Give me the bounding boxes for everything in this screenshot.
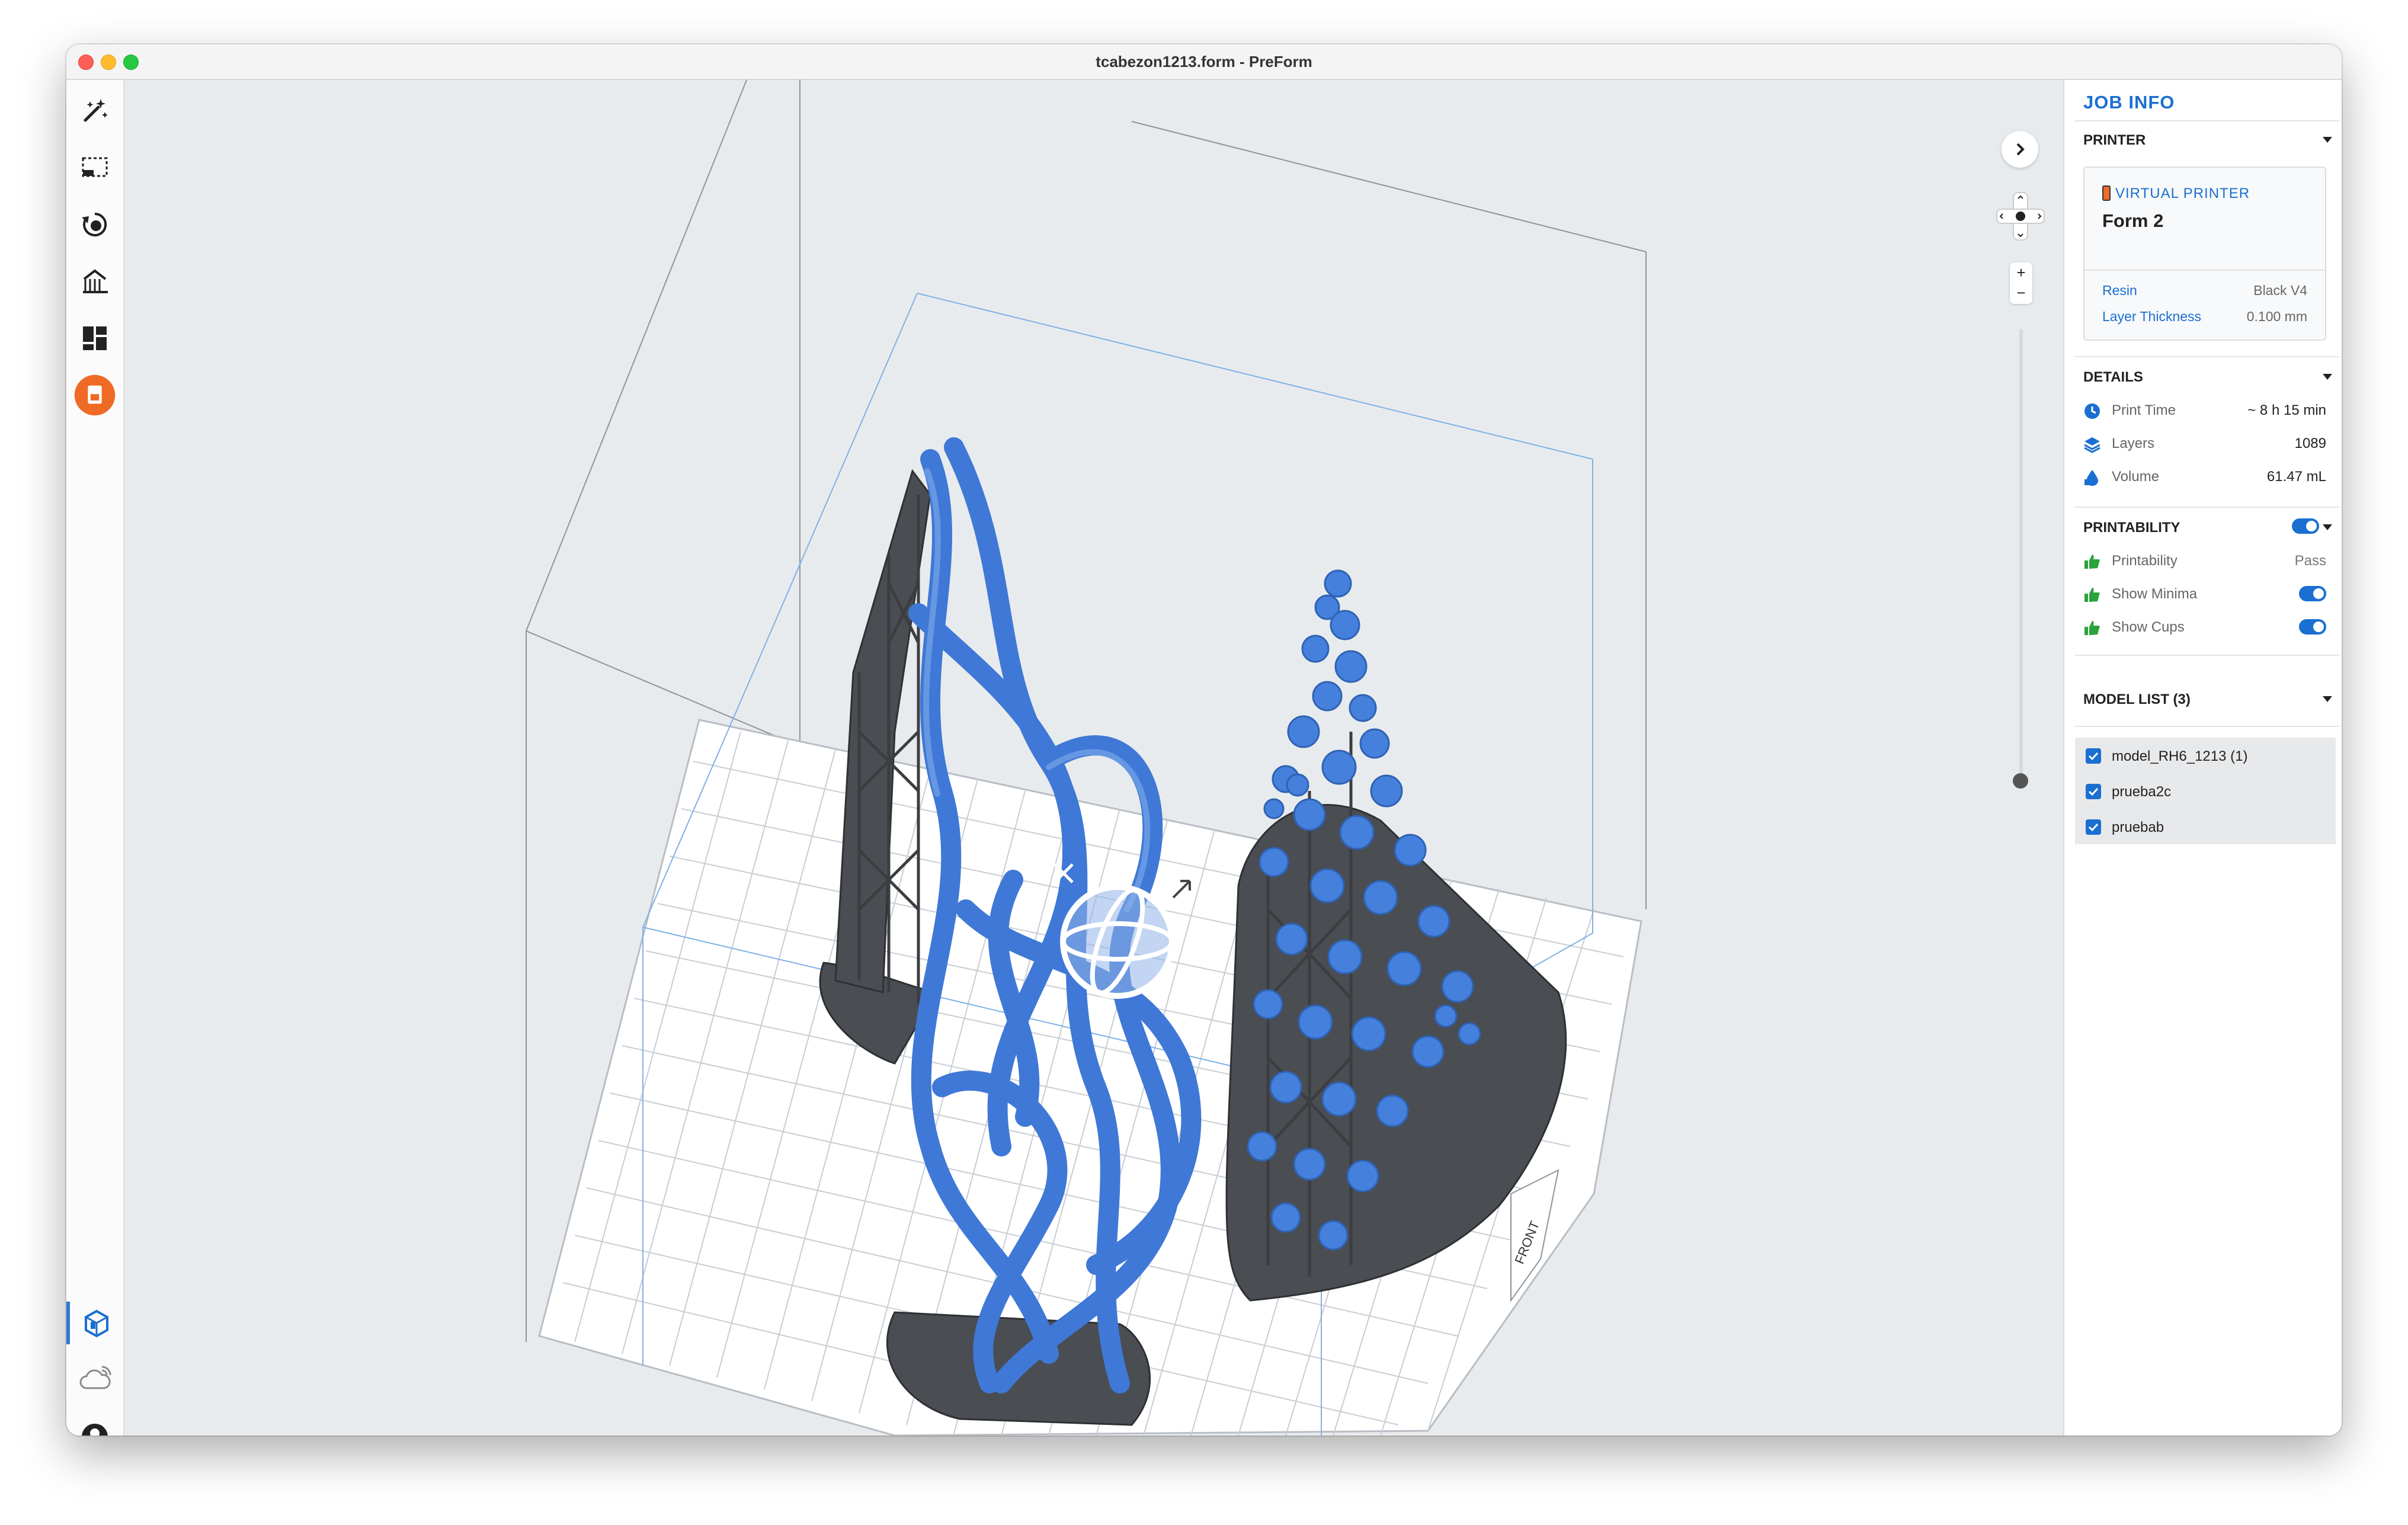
caret-down-icon	[2323, 374, 2332, 380]
zoom-in-button[interactable]: +	[2010, 262, 2032, 283]
model-checkbox[interactable]	[2086, 784, 2101, 799]
printability-section-header[interactable]: PRINTABILITY	[2083, 518, 2332, 536]
details-section-header[interactable]: DETAILS	[2083, 369, 2332, 386]
title-bar: tcabezon1213.form - PreForm	[66, 44, 2342, 80]
model-list-section-header[interactable]: MODEL LIST (3)	[2083, 691, 2332, 708]
divider	[2075, 356, 2339, 357]
model-checkbox[interactable]	[2086, 748, 2101, 764]
show-cups-label: Show Cups	[2112, 619, 2185, 635]
supports-button[interactable]	[73, 260, 116, 303]
printer-name: Form 2	[2102, 210, 2164, 231]
show-cups-row: Show Cups	[2083, 617, 2326, 640]
printability-value: Pass	[2294, 553, 2326, 569]
show-minima-toggle[interactable]	[2299, 586, 2326, 601]
list-item[interactable]: model_RH6_1213 (1)	[2075, 738, 2336, 773]
show-minima-row: Show Minima	[2083, 584, 2326, 607]
resin-value: Black V4	[2253, 283, 2307, 298]
supports-icon	[83, 269, 108, 293]
print-icon	[74, 374, 116, 416]
printability-label: Printability	[2112, 553, 2178, 569]
thumbs-up-icon	[2084, 621, 2100, 635]
layers-icon	[2084, 437, 2100, 453]
divider	[2075, 726, 2339, 727]
print-button[interactable]	[73, 374, 116, 417]
app-window: tcabezon1213.form - PreForm FRONT + − JO…	[66, 44, 2342, 1436]
zoom-controls: + −	[2010, 262, 2032, 304]
volume-icon	[2084, 470, 2098, 486]
account-button[interactable]	[73, 1415, 116, 1436]
print-time-value: ~ 8 h 15 min	[2247, 402, 2326, 418]
printability-row: Printability Pass	[2083, 550, 2326, 574]
model-name: prueba2c	[2112, 784, 2172, 800]
layer-thickness-value: 0.100 mm	[2246, 309, 2307, 324]
caret-down-icon	[2323, 524, 2332, 530]
cloud-button[interactable]	[73, 1359, 116, 1401]
account-icon	[82, 1424, 108, 1436]
virtual-printer-label: VIRTUAL PRINTER	[2102, 185, 2250, 202]
panel-title: JOB INFO	[2083, 92, 2175, 113]
select-button[interactable]	[73, 146, 116, 189]
list-item[interactable]: prueba2c	[2075, 773, 2336, 809]
magic-wand-icon	[84, 99, 108, 122]
divider	[2075, 655, 2339, 656]
printability-header-label: PRINTABILITY	[2083, 520, 2180, 536]
magic-wand-button[interactable]	[73, 89, 116, 132]
zoom-out-button[interactable]: −	[2010, 283, 2032, 303]
clock-icon	[2084, 403, 2100, 419]
orientation-button[interactable]	[73, 203, 116, 246]
volume-row: Volume 61.47 mL	[2083, 466, 2326, 490]
local-printer-icon	[85, 1309, 108, 1338]
print-time-label: Print Time	[2112, 402, 2176, 418]
layout-button[interactable]	[73, 317, 116, 360]
cloud-icon	[79, 1366, 111, 1389]
layer-thickness-label: Layer Thickness	[2102, 309, 2202, 324]
divider	[2075, 507, 2339, 508]
select-icon	[82, 157, 108, 177]
view-cube[interactable]	[1994, 190, 2047, 242]
view-cube-icon	[1996, 192, 2045, 241]
orientation-icon	[82, 212, 107, 236]
model-list-header-label: MODEL LIST (3)	[2083, 691, 2191, 707]
layers-row: Layers 1089	[2083, 433, 2326, 457]
list-item[interactable]: pruebab	[2075, 809, 2336, 844]
thumbs-up-icon	[2084, 555, 2100, 569]
divider	[2075, 120, 2339, 121]
divider	[2084, 270, 2325, 271]
window-title: tcabezon1213.form - PreForm	[1096, 53, 1312, 71]
model-list: model_RH6_1213 (1) prueba2c pruebab	[2075, 738, 2336, 844]
volume-value: 61.47 mL	[2266, 469, 2326, 485]
checkmark-icon	[2088, 787, 2099, 796]
thumbs-up-icon	[2084, 588, 2100, 602]
layer-slider-handle[interactable]	[2013, 773, 2028, 789]
caret-down-icon	[2323, 137, 2332, 143]
print-time-row: Print Time ~ 8 h 15 min	[2083, 400, 2326, 424]
details-header-label: DETAILS	[2083, 369, 2143, 385]
show-minima-label: Show Minima	[2112, 586, 2198, 602]
scene: FRONT	[526, 80, 1647, 1436]
printer-card[interactable]: VIRTUAL PRINTER Form 2 Resin Black V4 La…	[2083, 166, 2326, 341]
printer-icon	[2102, 185, 2111, 201]
caret-down-icon	[2323, 696, 2332, 702]
printability-toggle[interactable]	[2292, 518, 2319, 534]
model-name: pruebab	[2112, 819, 2164, 835]
model-checkbox[interactable]	[2086, 819, 2101, 835]
job-info-panel: JOB INFO PRINTER VIRTUAL PRINTER Form 2 …	[2063, 80, 2342, 1436]
chevron-right-icon	[2016, 143, 2025, 156]
checkmark-icon	[2088, 752, 2099, 761]
printer-header-label: PRINTER	[2083, 132, 2146, 148]
local-printer-button[interactable]	[66, 1302, 120, 1344]
show-cups-toggle[interactable]	[2299, 619, 2326, 635]
resin-label: Resin	[2102, 283, 2137, 298]
expand-panel-button[interactable]	[2002, 131, 2038, 168]
layout-icon	[83, 326, 107, 350]
3d-viewport[interactable]: FRONT + −	[124, 80, 2063, 1436]
layers-value: 1089	[2294, 435, 2326, 451]
model-name: model_RH6_1213 (1)	[2112, 748, 2248, 764]
volume-label: Volume	[2112, 469, 2160, 485]
checkmark-icon	[2088, 823, 2099, 832]
layers-label: Layers	[2112, 435, 2155, 451]
printer-section-header[interactable]: PRINTER	[2083, 132, 2332, 149]
layer-slider-track[interactable]	[2019, 329, 2023, 779]
left-toolbar	[66, 80, 124, 1436]
